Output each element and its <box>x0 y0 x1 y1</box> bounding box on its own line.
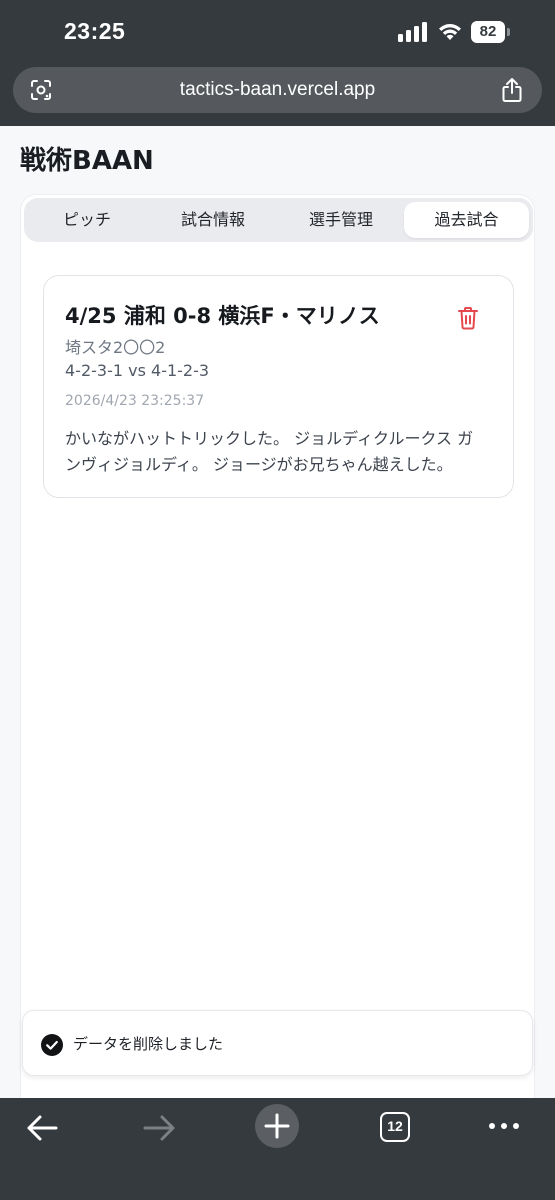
tab-bar: ピッチ 試合情報 選手管理 過去試合 <box>24 198 533 242</box>
main-panel: ピッチ 試合情報 選手管理 過去試合 4/25 浦和 0-8 横浜F・マリノス … <box>20 194 535 1134</box>
plus-icon <box>264 1113 290 1139</box>
browser-bottom-bar: 12 <box>0 1098 555 1200</box>
tab-switcher-button[interactable]: 12 <box>380 1112 410 1142</box>
match-formation: 4-2-3-1 vs 4-1-2-3 <box>65 361 210 380</box>
trash-icon[interactable] <box>457 306 479 330</box>
address-bar[interactable]: tactics-baan.vercel.app <box>13 67 542 113</box>
share-icon[interactable] <box>500 77 524 103</box>
more-options-icon[interactable] <box>486 1118 522 1134</box>
app-title: 戦術BAAN <box>20 146 154 176</box>
battery-tip <box>507 28 510 36</box>
battery-indicator: 82 <box>471 21 505 43</box>
url-text[interactable]: tactics-baan.vercel.app <box>73 67 482 113</box>
back-arrow-icon[interactable] <box>12 1110 72 1146</box>
match-notes: かいながハットトリックした。 ジョルディクルークス ガンヴィジョルディ。 ジョー… <box>65 429 474 474</box>
page-content: 戦術BAAN ピッチ 試合情報 選手管理 過去試合 4/25 浦和 0-8 横浜… <box>0 126 555 1134</box>
match-venue: 埼スタ2〇〇2 <box>65 338 166 357</box>
cellular-signal-icon <box>398 22 430 42</box>
new-tab-button[interactable] <box>255 1104 299 1148</box>
browser-top-bar: 23:25 82 tactics-baan.vercel.app <box>0 0 555 126</box>
tab-past-matches[interactable]: 過去試合 <box>404 202 529 238</box>
status-bar: 23:25 82 <box>0 0 555 66</box>
toast-notification: データを削除しました <box>22 1010 533 1076</box>
lens-icon[interactable] <box>29 78 53 102</box>
match-saved-at: 2026/4/23 23:25:37 <box>65 393 205 409</box>
forward-arrow-icon[interactable] <box>130 1110 190 1146</box>
tab-match-info[interactable]: 試合情報 <box>152 202 274 238</box>
status-time: 23:25 <box>64 18 126 44</box>
match-card[interactable]: 4/25 浦和 0-8 横浜F・マリノス 埼スタ2〇〇2 4-2-3-1 vs … <box>43 275 514 498</box>
toast-message: データを削除しました <box>73 1035 224 1053</box>
tab-pitch[interactable]: ピッチ <box>28 202 146 238</box>
tab-player-management[interactable]: 選手管理 <box>280 202 402 238</box>
wifi-icon <box>439 24 461 40</box>
check-circle-icon <box>41 1034 63 1056</box>
match-title: 4/25 浦和 0-8 横浜F・マリノス <box>65 304 380 328</box>
